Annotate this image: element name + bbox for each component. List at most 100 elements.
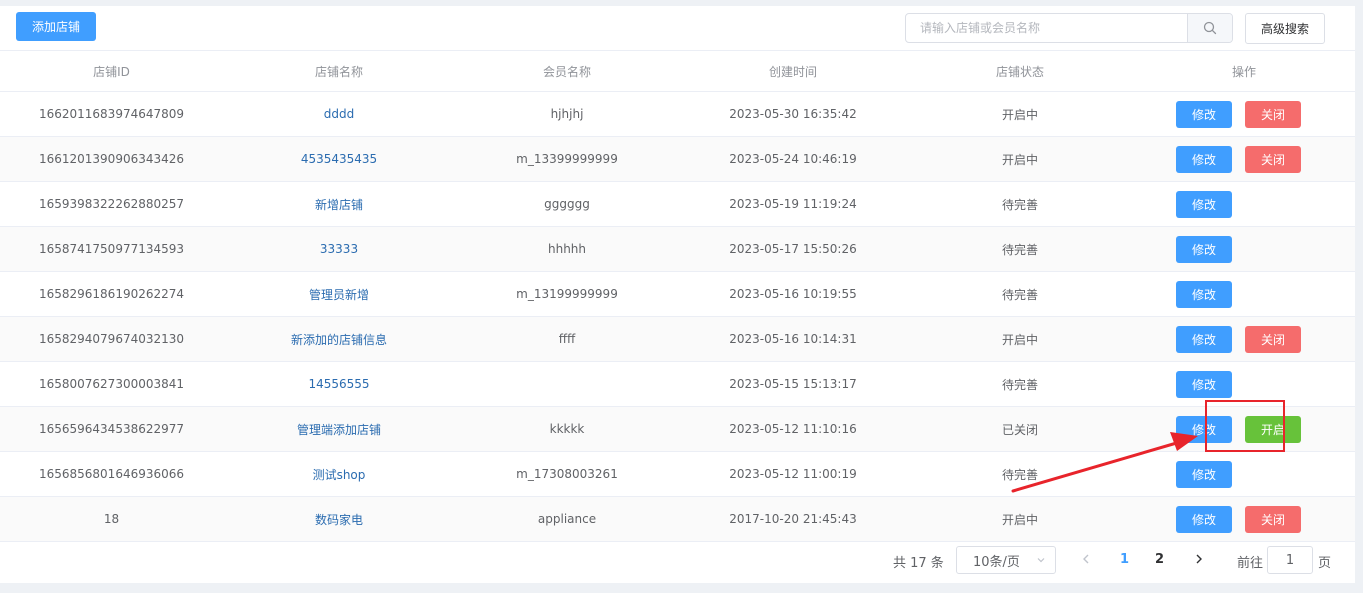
close-shop-button[interactable]: 关闭 bbox=[1245, 325, 1301, 353]
shop-id-cell: 1658007627300003841 bbox=[0, 361, 223, 407]
shop-status-cell: 待完善 bbox=[907, 226, 1133, 272]
created-time: 2023-05-16 10:19:55 bbox=[729, 287, 857, 301]
shop-id: 1658296186190262274 bbox=[38, 287, 185, 301]
shop-id-cell: 1661201390906343426 bbox=[0, 136, 223, 182]
shop-status: 开启中 bbox=[1001, 152, 1038, 167]
shop-name-link[interactable]: dddd bbox=[324, 107, 354, 121]
column-header-shop-id: 店铺ID bbox=[0, 50, 223, 92]
shop-id: 1659398322262880257 bbox=[38, 197, 185, 211]
row-actions: 修改 开启 bbox=[1133, 415, 1355, 443]
shop-status-cell: 待完善 bbox=[907, 181, 1133, 227]
column-header-actions: 操作 bbox=[1133, 50, 1355, 92]
shop-status: 已关闭 bbox=[1001, 422, 1038, 437]
row-actions: 修改 关闭 bbox=[1133, 145, 1355, 173]
search-button[interactable] bbox=[1187, 14, 1232, 42]
edit-button[interactable]: 修改 bbox=[1176, 280, 1232, 308]
member-name: m_13399999999 bbox=[516, 152, 618, 166]
shop-name-link[interactable]: 管理端添加店铺 bbox=[297, 423, 381, 437]
edit-button[interactable]: 修改 bbox=[1176, 460, 1232, 488]
shop-list-panel: 添加店铺 高级搜索 店铺ID店铺名称会员名称创建时间店铺状态操作 1662011… bbox=[0, 6, 1355, 583]
member-name-cell: appliance bbox=[455, 496, 679, 542]
advanced-search-button[interactable]: 高级搜索 bbox=[1245, 13, 1325, 44]
table-row: 1661201390906343426 4535435435 m_133999999… bbox=[0, 136, 1355, 182]
prev-page-button[interactable] bbox=[1080, 552, 1092, 569]
created-time-cell: 2023-05-12 11:10:16 bbox=[679, 406, 907, 452]
edit-button[interactable]: 修改 bbox=[1176, 370, 1232, 398]
created-time: 2023-05-12 11:00:19 bbox=[729, 467, 857, 481]
created-time-cell: 2023-05-30 16:35:42 bbox=[679, 91, 907, 137]
shop-name-link[interactable]: 新增店铺 bbox=[315, 198, 363, 212]
shop-name-link-cell: 33333 bbox=[223, 226, 455, 272]
actions-cell: 修改 关闭 bbox=[1133, 91, 1355, 137]
member-name-cell bbox=[455, 361, 679, 407]
actions-cell: 修改 bbox=[1133, 451, 1355, 497]
table-row: 1658294079674032130 新添加的店铺信息 ffff 2023-05-1… bbox=[0, 316, 1355, 362]
add-shop-button[interactable]: 添加店铺 bbox=[16, 12, 96, 41]
shop-name-link[interactable]: 新添加的店铺信息 bbox=[291, 333, 387, 347]
member-name-cell: hjhjhj bbox=[455, 91, 679, 137]
shop-status: 开启中 bbox=[1001, 107, 1038, 122]
goto-page-input[interactable] bbox=[1267, 546, 1313, 574]
shop-id-cell: 1658294079674032130 bbox=[0, 316, 223, 362]
created-time-cell: 2023-05-16 10:19:55 bbox=[679, 271, 907, 317]
close-shop-button[interactable]: 关闭 bbox=[1245, 145, 1301, 173]
goto-suffix: 页 bbox=[1318, 556, 1332, 571]
shop-id-cell: 1656856801646936066 bbox=[0, 451, 223, 497]
member-name-cell: m_17308003261 bbox=[455, 451, 679, 497]
created-time: 2023-05-19 11:19:24 bbox=[729, 197, 857, 211]
edit-button[interactable]: 修改 bbox=[1176, 415, 1232, 443]
shop-name-link[interactable]: 14556555 bbox=[308, 377, 369, 391]
shop-id-cell: 1658296186190262274 bbox=[0, 271, 223, 317]
column-header-member-name: 会员名称 bbox=[455, 50, 679, 92]
chevron-right-icon bbox=[1196, 554, 1202, 564]
shop-status-cell: 开启中 bbox=[907, 91, 1133, 137]
member-name: m_17308003261 bbox=[516, 467, 618, 481]
open-shop-button[interactable]: 开启 bbox=[1245, 415, 1301, 443]
shop-name-link[interactable]: 管理员新增 bbox=[309, 288, 369, 302]
edit-button[interactable]: 修改 bbox=[1176, 235, 1232, 263]
member-name-cell: m_13199999999 bbox=[455, 271, 679, 317]
shop-name-link[interactable]: 测试shop bbox=[313, 468, 366, 482]
member-name: m_13199999999 bbox=[516, 287, 618, 301]
created-time: 2023-05-15 15:13:17 bbox=[729, 377, 857, 391]
next-page-button[interactable] bbox=[1193, 552, 1205, 569]
page-size-select[interactable]: 10条/页 bbox=[956, 546, 1056, 574]
shop-status-cell: 开启中 bbox=[907, 316, 1133, 362]
edit-button[interactable]: 修改 bbox=[1176, 325, 1232, 353]
table-row: 1658007627300003841 14556555 2023-05-15 15… bbox=[0, 361, 1355, 407]
shop-id-cell: 1656596434538622977 bbox=[0, 406, 223, 452]
shop-status: 待完善 bbox=[1001, 377, 1038, 392]
search-icon bbox=[1203, 21, 1217, 35]
page-2-button[interactable]: 2 bbox=[1155, 552, 1164, 567]
shop-name-link[interactable]: 4535435435 bbox=[301, 152, 377, 166]
shop-status: 待完善 bbox=[1001, 467, 1038, 482]
edit-button[interactable]: 修改 bbox=[1176, 100, 1232, 128]
edit-button[interactable]: 修改 bbox=[1176, 505, 1232, 533]
shop-name-link[interactable]: 数码家电 bbox=[315, 513, 363, 527]
created-time-cell: 2023-05-15 15:13:17 bbox=[679, 361, 907, 407]
shop-id-cell: 1659398322262880257 bbox=[0, 181, 223, 227]
shop-name-link[interactable]: 33333 bbox=[320, 242, 358, 256]
member-name-cell: hhhhh bbox=[455, 226, 679, 272]
created-time: 2023-05-17 15:50:26 bbox=[729, 242, 857, 256]
member-name-cell: kkkkk bbox=[455, 406, 679, 452]
edit-button[interactable]: 修改 bbox=[1176, 190, 1232, 218]
shop-name-link-cell: 4535435435 bbox=[223, 136, 455, 182]
close-shop-button[interactable]: 关闭 bbox=[1245, 100, 1301, 128]
actions-cell: 修改 bbox=[1133, 226, 1355, 272]
shop-status: 待完善 bbox=[1001, 242, 1038, 257]
member-name: kkkkk bbox=[549, 422, 585, 436]
shop-status: 待完善 bbox=[1001, 197, 1038, 212]
toolbar: 添加店铺 高级搜索 bbox=[0, 6, 1355, 50]
shop-status: 开启中 bbox=[1001, 332, 1038, 347]
close-shop-button[interactable]: 关闭 bbox=[1245, 505, 1301, 533]
page-1-button[interactable]: 1 bbox=[1120, 552, 1129, 567]
search-input[interactable] bbox=[906, 14, 1187, 42]
pagination: 共 17 条 10条/页 1 2 前往 页 bbox=[0, 540, 1355, 582]
table-row: 1656596434538622977 管理端添加店铺 kkkkk 2023-05-1… bbox=[0, 406, 1355, 452]
edit-button[interactable]: 修改 bbox=[1176, 145, 1232, 173]
row-actions: 修改 关闭 bbox=[1133, 100, 1355, 128]
shop-table: 店铺ID 店铺名称 会员名称 创建时间 店铺状态 操作 16620116839746478… bbox=[0, 50, 1355, 542]
shop-name-link-cell: 14556555 bbox=[223, 361, 455, 407]
created-time-cell: 2023-05-17 15:50:26 bbox=[679, 226, 907, 272]
